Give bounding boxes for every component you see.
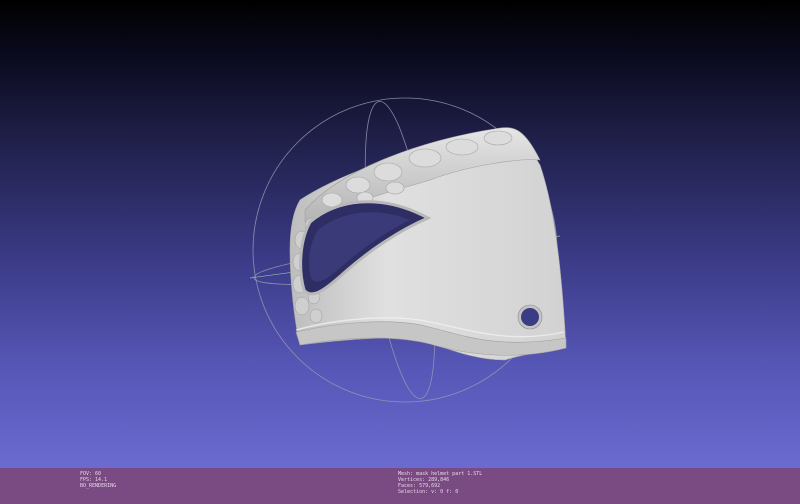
mask-helmet-mesh xyxy=(289,127,567,361)
scale xyxy=(408,148,442,168)
mask-bolt-hole xyxy=(521,308,539,326)
scale xyxy=(385,181,405,195)
3d-viewport[interactable] xyxy=(0,0,800,468)
scale xyxy=(445,138,479,156)
mesh-info: Mesh: mask helmet part 1.STL Vertices: 2… xyxy=(398,471,482,495)
render-info: FOV: 60 FPS: 14.1 BO_RENDERING xyxy=(80,471,116,489)
scene-svg xyxy=(249,97,567,403)
render-mode-readout: BO_RENDERING xyxy=(80,483,117,489)
meshlab-window: FOV: 60 FPS: 14.1 BO_RENDERING Mesh: mas… xyxy=(0,0,800,504)
scale xyxy=(483,130,513,146)
selection-readout: Selection: v: 0 f: 0 xyxy=(398,489,459,495)
scale xyxy=(345,176,371,194)
scale xyxy=(373,162,403,182)
scale xyxy=(294,296,310,316)
scale xyxy=(309,308,323,324)
status-bar: FOV: 60 FPS: 14.1 BO_RENDERING Mesh: mas… xyxy=(0,468,800,504)
